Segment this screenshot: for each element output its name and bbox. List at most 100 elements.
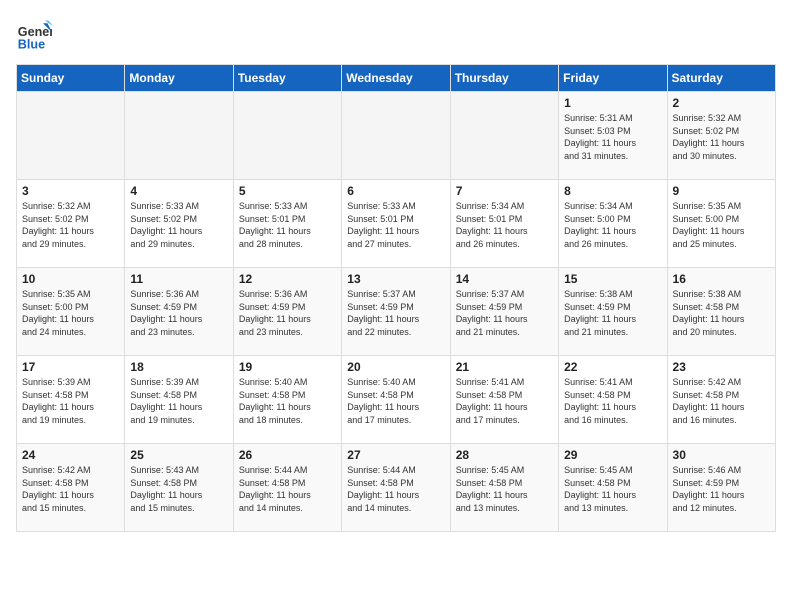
calendar-cell: 20 Sunrise: 5:40 AM Sunset: 4:58 PM Dayli…: [342, 356, 450, 444]
calendar-cell: 2 Sunrise: 5:32 AM Sunset: 5:02 PM Daylig…: [667, 92, 775, 180]
day-number: 8: [564, 184, 661, 198]
day-number: 27: [347, 448, 444, 462]
day-number: 25: [130, 448, 227, 462]
day-info: Sunrise: 5:31 AM Sunset: 5:03 PM Dayligh…: [564, 112, 661, 162]
day-number: 10: [22, 272, 119, 286]
day-info: Sunrise: 5:34 AM Sunset: 5:01 PM Dayligh…: [456, 200, 553, 250]
calendar-cell: 27 Sunrise: 5:44 AM Sunset: 4:58 PM Dayli…: [342, 444, 450, 532]
calendar-cell: 1 Sunrise: 5:31 AM Sunset: 5:03 PM Daylig…: [559, 92, 667, 180]
day-number: 19: [239, 360, 336, 374]
day-number: 13: [347, 272, 444, 286]
calendar-cell: 18Sunrise: 5:39 AM Sunset: 4:58 PM Dayli…: [125, 356, 233, 444]
weekday-wednesday: Wednesday: [342, 65, 450, 92]
day-info: Sunrise: 5:38 AM Sunset: 4:58 PM Dayligh…: [673, 288, 770, 338]
day-info: Sunrise: 5:42 AM Sunset: 4:58 PM Dayligh…: [22, 464, 119, 514]
logo: General Blue: [16, 16, 56, 52]
calendar-cell: 9 Sunrise: 5:35 AM Sunset: 5:00 PM Daylig…: [667, 180, 775, 268]
calendar-cell: 15 Sunrise: 5:38 AM Sunset: 4:59 PM Dayli…: [559, 268, 667, 356]
calendar-table: SundayMondayTuesdayWednesdayThursdayFrid…: [16, 64, 776, 532]
calendar-cell: 8 Sunrise: 5:34 AM Sunset: 5:00 PM Daylig…: [559, 180, 667, 268]
calendar-cell: 3 Sunrise: 5:32 AM Sunset: 5:02 PM Daylig…: [17, 180, 125, 268]
header: General Blue: [16, 16, 776, 52]
calendar-cell: 25 Sunrise: 5:43 AM Sunset: 4:58 PM Dayli…: [125, 444, 233, 532]
svg-text:Blue: Blue: [18, 37, 45, 51]
day-info: Sunrise: 5:45 AM Sunset: 4:58 PM Dayligh…: [456, 464, 553, 514]
calendar-cell: 11Sunrise: 5:36 AM Sunset: 4:59 PM Dayli…: [125, 268, 233, 356]
day-number: 22: [564, 360, 661, 374]
day-number: 18: [130, 360, 227, 374]
calendar-cell: [342, 92, 450, 180]
day-number: 1: [564, 96, 661, 110]
calendar-cell: 4 Sunrise: 5:33 AM Sunset: 5:02 PM Daylig…: [125, 180, 233, 268]
day-info: Sunrise: 5:32 AM Sunset: 5:02 PM Dayligh…: [22, 200, 119, 250]
day-number: 16: [673, 272, 770, 286]
calendar-cell: 26Sunrise: 5:44 AM Sunset: 4:58 PM Dayli…: [233, 444, 341, 532]
calendar-cell: 13 Sunrise: 5:37 AM Sunset: 4:59 PM Dayli…: [342, 268, 450, 356]
calendar-cell: [450, 92, 558, 180]
calendar-cell: 7 Sunrise: 5:34 AM Sunset: 5:01 PM Daylig…: [450, 180, 558, 268]
weekday-header-row: SundayMondayTuesdayWednesdayThursdayFrid…: [17, 65, 776, 92]
weekday-friday: Friday: [559, 65, 667, 92]
calendar-cell: 14Sunrise: 5:37 AM Sunset: 4:59 PM Dayli…: [450, 268, 558, 356]
calendar-week-1: 1 Sunrise: 5:31 AM Sunset: 5:03 PM Daylig…: [17, 92, 776, 180]
logo-icon: General Blue: [16, 16, 52, 52]
day-number: 20: [347, 360, 444, 374]
day-number: 17: [22, 360, 119, 374]
day-info: Sunrise: 5:33 AM Sunset: 5:01 PM Dayligh…: [239, 200, 336, 250]
day-number: 7: [456, 184, 553, 198]
day-number: 9: [673, 184, 770, 198]
day-number: 26: [239, 448, 336, 462]
calendar-week-2: 3 Sunrise: 5:32 AM Sunset: 5:02 PM Daylig…: [17, 180, 776, 268]
calendar-cell: 23Sunrise: 5:42 AM Sunset: 4:58 PM Dayli…: [667, 356, 775, 444]
calendar-cell: 6Sunrise: 5:33 AM Sunset: 5:01 PM Daylig…: [342, 180, 450, 268]
calendar-cell: 17 Sunrise: 5:39 AM Sunset: 4:58 PM Dayli…: [17, 356, 125, 444]
day-number: 5: [239, 184, 336, 198]
calendar-cell: 24 Sunrise: 5:42 AM Sunset: 4:58 PM Dayli…: [17, 444, 125, 532]
weekday-thursday: Thursday: [450, 65, 558, 92]
weekday-monday: Monday: [125, 65, 233, 92]
day-info: Sunrise: 5:39 AM Sunset: 4:58 PM Dayligh…: [22, 376, 119, 426]
day-number: 24: [22, 448, 119, 462]
calendar-cell: [125, 92, 233, 180]
day-info: Sunrise: 5:32 AM Sunset: 5:02 PM Dayligh…: [673, 112, 770, 162]
calendar-cell: 30Sunrise: 5:46 AM Sunset: 4:59 PM Dayli…: [667, 444, 775, 532]
day-info: Sunrise: 5:34 AM Sunset: 5:00 PM Dayligh…: [564, 200, 661, 250]
calendar-cell: 28 Sunrise: 5:45 AM Sunset: 4:58 PM Dayli…: [450, 444, 558, 532]
day-number: 11: [130, 272, 227, 286]
day-info: Sunrise: 5:43 AM Sunset: 4:58 PM Dayligh…: [130, 464, 227, 514]
day-info: Sunrise: 5:40 AM Sunset: 4:58 PM Dayligh…: [239, 376, 336, 426]
day-info: Sunrise: 5:35 AM Sunset: 5:00 PM Dayligh…: [22, 288, 119, 338]
calendar-cell: 29Sunrise: 5:45 AM Sunset: 4:58 PM Dayli…: [559, 444, 667, 532]
day-info: Sunrise: 5:41 AM Sunset: 4:58 PM Dayligh…: [456, 376, 553, 426]
weekday-tuesday: Tuesday: [233, 65, 341, 92]
day-number: 15: [564, 272, 661, 286]
calendar-week-3: 10 Sunrise: 5:35 AM Sunset: 5:00 PM Dayli…: [17, 268, 776, 356]
day-number: 28: [456, 448, 553, 462]
day-info: Sunrise: 5:40 AM Sunset: 4:58 PM Dayligh…: [347, 376, 444, 426]
day-info: Sunrise: 5:35 AM Sunset: 5:00 PM Dayligh…: [673, 200, 770, 250]
calendar-week-5: 24 Sunrise: 5:42 AM Sunset: 4:58 PM Dayli…: [17, 444, 776, 532]
weekday-saturday: Saturday: [667, 65, 775, 92]
day-number: 3: [22, 184, 119, 198]
calendar-cell: [233, 92, 341, 180]
calendar-cell: 10 Sunrise: 5:35 AM Sunset: 5:00 PM Dayli…: [17, 268, 125, 356]
calendar-week-4: 17 Sunrise: 5:39 AM Sunset: 4:58 PM Dayli…: [17, 356, 776, 444]
day-info: Sunrise: 5:46 AM Sunset: 4:59 PM Dayligh…: [673, 464, 770, 514]
day-info: Sunrise: 5:42 AM Sunset: 4:58 PM Dayligh…: [673, 376, 770, 426]
day-number: 29: [564, 448, 661, 462]
day-info: Sunrise: 5:37 AM Sunset: 4:59 PM Dayligh…: [347, 288, 444, 338]
calendar-cell: 5 Sunrise: 5:33 AM Sunset: 5:01 PM Daylig…: [233, 180, 341, 268]
day-info: Sunrise: 5:44 AM Sunset: 4:58 PM Dayligh…: [347, 464, 444, 514]
calendar-cell: [17, 92, 125, 180]
day-info: Sunrise: 5:37 AM Sunset: 4:59 PM Dayligh…: [456, 288, 553, 338]
calendar-cell: 16 Sunrise: 5:38 AM Sunset: 4:58 PM Dayli…: [667, 268, 775, 356]
calendar-cell: 19 Sunrise: 5:40 AM Sunset: 4:58 PM Dayli…: [233, 356, 341, 444]
day-number: 4: [130, 184, 227, 198]
calendar-cell: 22Sunrise: 5:41 AM Sunset: 4:58 PM Dayli…: [559, 356, 667, 444]
day-info: Sunrise: 5:38 AM Sunset: 4:59 PM Dayligh…: [564, 288, 661, 338]
day-info: Sunrise: 5:36 AM Sunset: 4:59 PM Dayligh…: [239, 288, 336, 338]
day-info: Sunrise: 5:33 AM Sunset: 5:02 PM Dayligh…: [130, 200, 227, 250]
calendar-cell: 21Sunrise: 5:41 AM Sunset: 4:58 PM Dayli…: [450, 356, 558, 444]
day-number: 12: [239, 272, 336, 286]
day-number: 2: [673, 96, 770, 110]
